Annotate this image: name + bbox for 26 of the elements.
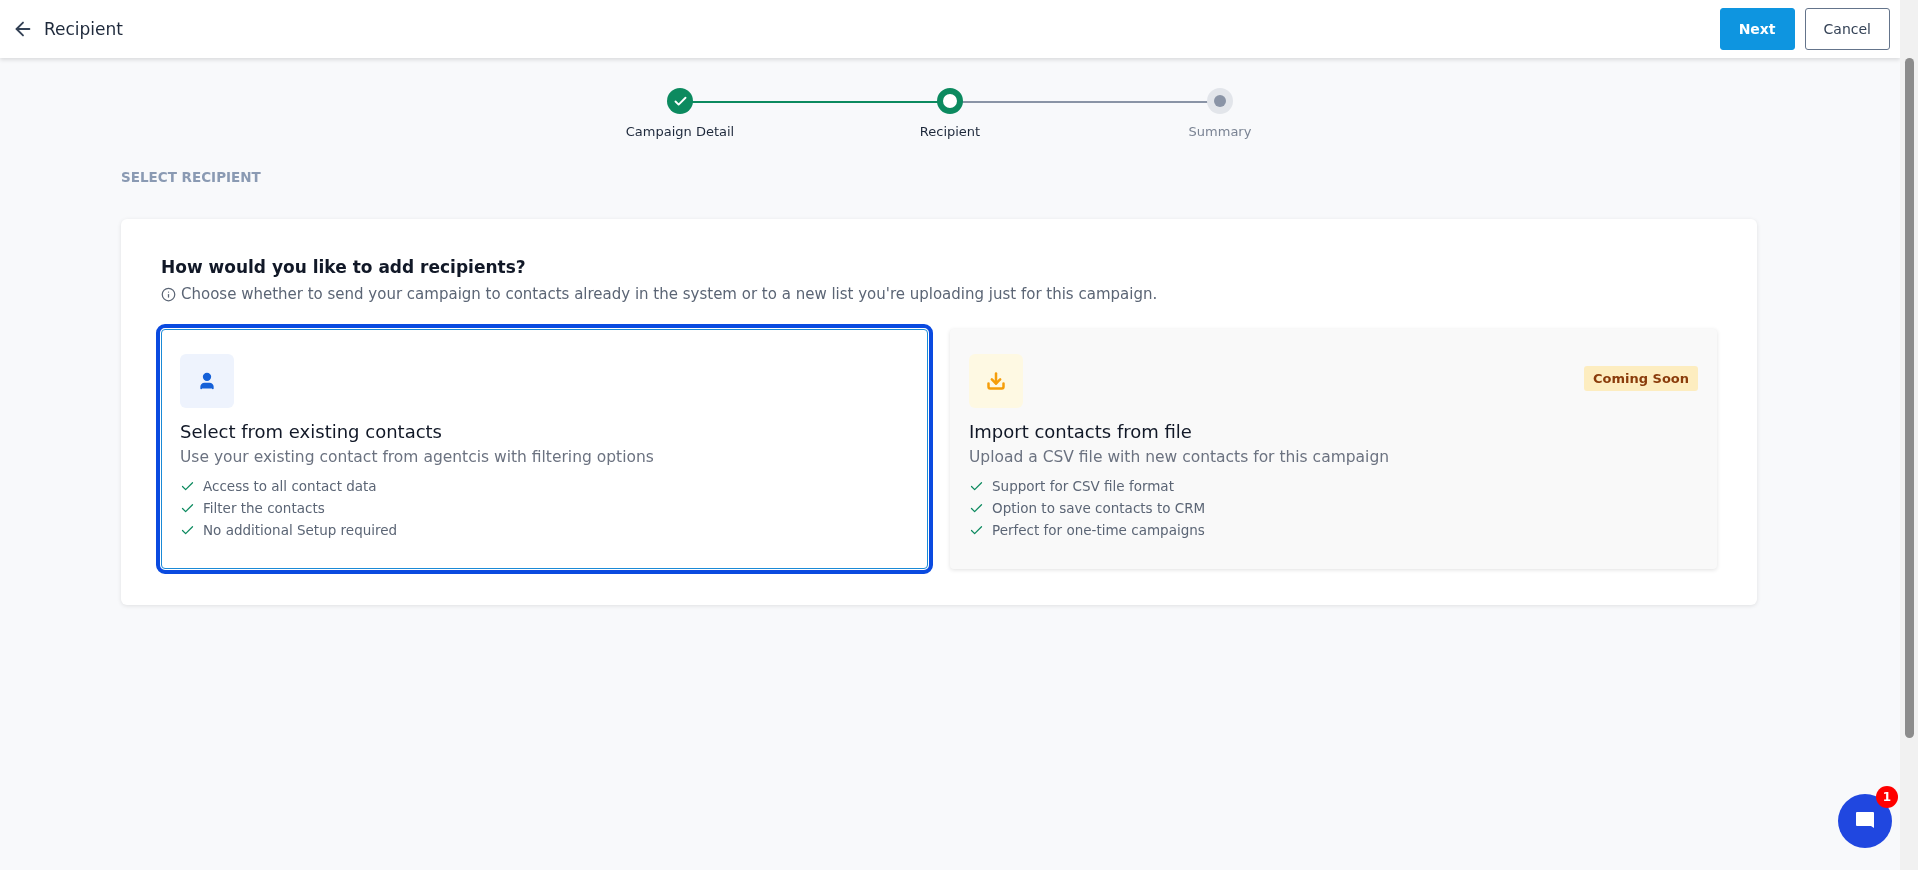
option-description: Use your existing contact from agentcis with filtering options	[180, 448, 655, 466]
question-heading: How would you like to add recipients?	[161, 257, 527, 277]
feature-text: Perfect for one-time campaigns	[992, 522, 1205, 538]
option-card[interactable]: Coming Soon Import contacts from file Upload a CSV file with new contacts for this campaign Support for CSV file format Option to save contacts to CRM Perfect for one-time campaigns	[950, 329, 1717, 569]
feature-text: Filter the contacts	[203, 500, 325, 516]
scrollbar[interactable]	[1900, 0, 1918, 870]
download-icon	[969, 354, 1023, 408]
page-title: Recipient	[44, 19, 124, 39]
step-label: Campaign Detail	[625, 124, 735, 139]
step-label: Summary	[1188, 124, 1252, 139]
hint-text: Choose whether to send your campaign to contacts already in the system or to a new list you're uploading just for this campaign.	[181, 285, 1158, 303]
cancel-button[interactable]: Cancel	[1804, 8, 1890, 50]
feature-text: Support for CSV file format	[992, 478, 1174, 494]
feature-text: Access to all contact data	[203, 478, 377, 494]
option-description: Upload a CSV file with new contacts for this campaign	[969, 448, 1391, 466]
status-badge: Coming Soon	[1583, 366, 1698, 391]
info-icon	[161, 286, 176, 302]
step-label: Recipient	[919, 124, 981, 139]
person-icon	[180, 354, 234, 408]
unread-badge: 1	[1876, 786, 1898, 808]
section-title: SELECT RECIPIENT	[121, 169, 262, 185]
feature-text: No additional Setup required	[203, 522, 398, 538]
chat-button[interactable]	[1838, 794, 1892, 848]
feature-text: Option to save contacts to CRM	[992, 500, 1206, 516]
option-title: Import contacts from file	[969, 421, 1193, 442]
option-title: Select from existing contacts	[180, 421, 443, 442]
